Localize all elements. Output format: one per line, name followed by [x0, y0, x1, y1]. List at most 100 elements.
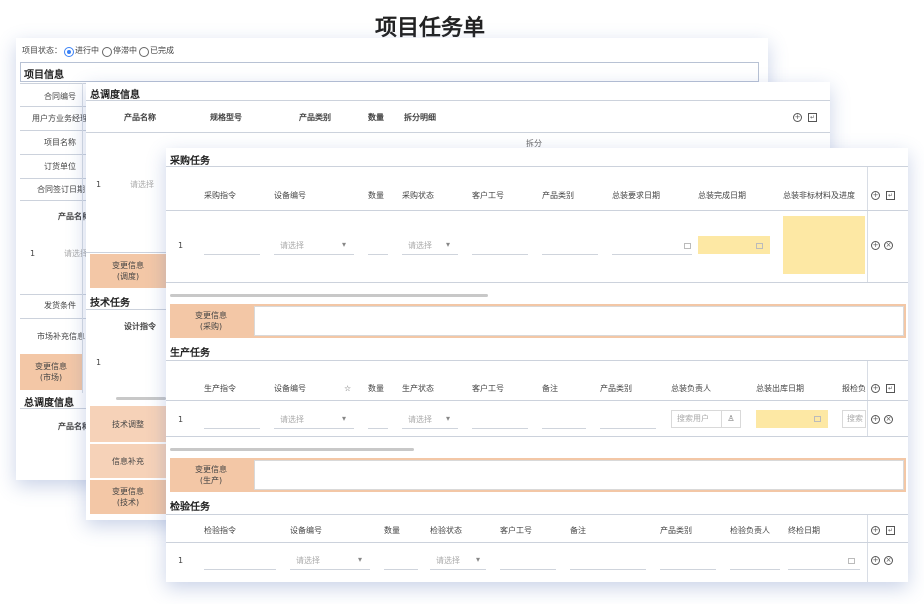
status-label: 项目状态：: [22, 46, 62, 55]
product-select[interactable]: 请选择: [64, 249, 88, 259]
field-order-unit: 订货单位: [44, 162, 76, 171]
production-col-8: 总装出库日期: [756, 384, 804, 393]
purchase-status-select[interactable]: 请选择: [408, 241, 432, 251]
production-add-icon[interactable]: +: [871, 384, 880, 393]
production-col-1: 设备编号: [274, 384, 306, 393]
production-row-add-icon[interactable]: +: [871, 415, 880, 424]
col-product-category: 产品类别: [299, 113, 331, 122]
production-col-0: 生产指令: [204, 384, 236, 393]
purchase-req-date-calendar-icon[interactable]: [684, 243, 691, 249]
inspection-row-add-icon[interactable]: +: [871, 556, 880, 565]
purchase-col-5: 产品类别: [542, 191, 574, 200]
tech-scrollbar[interactable]: [116, 397, 166, 400]
purchase-status-arrow-icon[interactable]: ▾: [446, 240, 450, 250]
inspection-add-icon[interactable]: +: [871, 526, 880, 535]
tech-info-supplement: 信息补充: [90, 444, 166, 478]
production-col-3: 生产状态: [402, 384, 434, 393]
field-project-name: 项目名称: [44, 138, 76, 147]
production-pin-icon[interactable]: ☆: [344, 384, 351, 394]
inspection-col-3: 检验状态: [430, 526, 462, 535]
col-quantity: 数量: [368, 113, 384, 122]
status-radio-done[interactable]: [139, 47, 149, 57]
inspection-title: 检验任务: [170, 502, 210, 513]
inspection-col-8: 终检日期: [788, 526, 820, 535]
production-expand-icon[interactable]: ↵: [886, 384, 895, 393]
purchase-col-4: 客户工号: [472, 191, 504, 200]
inspection-col-4: 客户工号: [500, 526, 532, 535]
tech-change-info: 变更信息 (技术): [90, 480, 166, 514]
expand-icon[interactable]: ↵: [808, 113, 817, 122]
purchase-row-remove-icon[interactable]: ×: [884, 241, 893, 250]
inspection-date-calendar-icon[interactable]: [848, 558, 855, 564]
task-card: 采购任务 采购指令 设备编号 数量 采购状态 客户工号 产品类别 总装要求日期 …: [166, 148, 908, 582]
col-split-detail: 拆分明细: [404, 113, 436, 122]
inspection-device-select[interactable]: 请选择: [296, 556, 320, 566]
production-change-info: 变更信息 (生产): [170, 458, 252, 492]
project-info-box: [20, 62, 759, 82]
status-option-paused[interactable]: 停滞中: [113, 46, 137, 56]
production-status-select[interactable]: 请选择: [408, 415, 432, 425]
production-search-short-input[interactable]: 搜索: [842, 410, 866, 428]
production-out-date-calendar-icon[interactable]: [814, 416, 821, 422]
scheduling-row-no: 1: [96, 180, 102, 189]
scheduling-title: 总调度信息: [90, 90, 140, 101]
purchase-col-1: 设备编号: [274, 191, 306, 200]
scheduling-change-info: 变更信息 (调度): [90, 254, 166, 288]
purchase-device-select[interactable]: 请选择: [280, 241, 304, 251]
inspection-row-no: 1: [178, 556, 184, 565]
status-option-done[interactable]: 已完成: [150, 46, 174, 56]
col-product-name: 产品名称: [124, 113, 156, 122]
production-row-remove-icon[interactable]: ×: [884, 415, 893, 424]
inspection-row-remove-icon[interactable]: ×: [884, 556, 893, 565]
purchase-row-no: 1: [178, 241, 184, 250]
production-col-7: 总装负责人: [671, 384, 711, 393]
purchase-row-add-icon[interactable]: +: [871, 241, 880, 250]
col-spec-model: 规格型号: [210, 113, 242, 122]
production-col-5: 备注: [542, 384, 558, 393]
purchase-finish-date-calendar-icon[interactable]: [756, 243, 763, 249]
purchase-device-arrow-icon[interactable]: ▾: [342, 240, 346, 250]
production-col-4: 客户工号: [472, 384, 504, 393]
purchase-add-icon[interactable]: +: [871, 191, 880, 200]
inspection-expand-icon[interactable]: ↵: [886, 526, 895, 535]
status-radio-paused[interactable]: [102, 47, 112, 57]
production-change-textarea[interactable]: [254, 460, 904, 490]
production-search-user-input[interactable]: 搜索用户 ♙: [671, 410, 741, 428]
purchase-change-textarea[interactable]: [254, 306, 904, 336]
purchase-col-2: 数量: [368, 191, 384, 200]
inspection-col-7: 检验负责人: [730, 526, 770, 535]
production-device-arrow-icon[interactable]: ▾: [342, 414, 346, 424]
production-status-arrow-icon[interactable]: ▾: [446, 414, 450, 424]
production-title: 生产任务: [170, 348, 210, 359]
tech-row-no: 1: [96, 358, 102, 367]
production-scrollbar[interactable]: [170, 448, 414, 451]
product-row-no: 1: [30, 249, 36, 258]
production-user-icon[interactable]: ♙: [721, 411, 740, 427]
purchase-title: 采购任务: [170, 156, 210, 167]
inspection-status-arrow-icon[interactable]: ▾: [476, 555, 480, 565]
status-option-active[interactable]: 进行中: [75, 46, 99, 56]
production-row-no: 1: [178, 415, 184, 424]
production-col-6: 产品类别: [600, 384, 632, 393]
tech-adjust-label: 技术调整: [90, 406, 166, 442]
inspection-status-select[interactable]: 请选择: [436, 556, 460, 566]
scheduling-product-select[interactable]: 请选择: [130, 180, 154, 190]
inspection-device-arrow-icon[interactable]: ▾: [358, 555, 362, 565]
purchase-material-progress-field[interactable]: [783, 216, 865, 274]
inspection-col-0: 检验指令: [204, 526, 236, 535]
inspection-col-5: 备注: [570, 526, 586, 535]
field-market-info: 市场补充信息: [37, 332, 85, 341]
purchase-scrollbar[interactable]: [170, 294, 488, 297]
production-device-select[interactable]: 请选择: [280, 415, 304, 425]
field-contract-no: 合同编号: [44, 92, 76, 101]
purchase-expand-icon[interactable]: ↵: [886, 191, 895, 200]
project-info-title: 项目信息: [24, 70, 64, 81]
add-icon[interactable]: +: [793, 113, 802, 122]
inspection-col-2: 数量: [384, 526, 400, 535]
production-col-9: 报检负: [842, 384, 866, 393]
status-radio-active[interactable]: [64, 47, 74, 57]
market-change-info: 变更信息 (市场): [20, 354, 82, 390]
field-sign-date: 合同签订日期: [37, 185, 85, 194]
field-ship-condition: 发货条件: [44, 301, 76, 310]
purchase-col-0: 采购指令: [204, 191, 236, 200]
